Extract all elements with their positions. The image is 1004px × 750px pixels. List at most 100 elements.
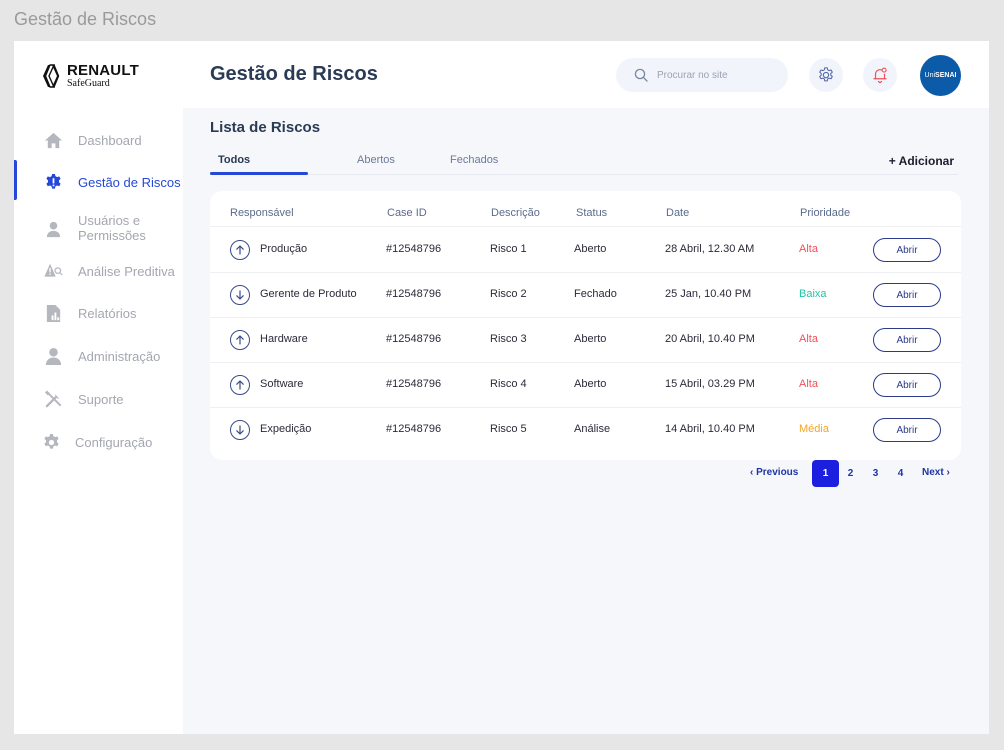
- cell-responsavel: Expedição: [260, 423, 312, 435]
- arrow-down-icon: [230, 285, 250, 305]
- table-row[interactable]: Software #12548796 Risco 4 Aberto 15 Abril, …: [210, 363, 961, 408]
- sidebar-item-analise-preditiva[interactable]: Análise Preditiva: [14, 259, 183, 283]
- warning-search-icon: [42, 260, 64, 282]
- avatar-prefix: Uni: [924, 72, 936, 79]
- column-header[interactable]: Responsável: [230, 207, 294, 219]
- sidebar-item-label: Configuração: [75, 435, 153, 450]
- column-header[interactable]: Case ID: [387, 207, 427, 219]
- sidebar-item-label: Usuários e Permissões: [78, 213, 146, 243]
- open-button[interactable]: Abrir: [873, 418, 941, 442]
- page-title: Gestão de Riscos: [210, 63, 378, 85]
- search-input[interactable]: Procurar no site: [616, 58, 788, 92]
- admin-user-icon: [42, 345, 64, 367]
- add-button[interactable]: + Adicionar: [889, 154, 954, 168]
- open-button[interactable]: Abrir: [873, 238, 941, 262]
- renault-diamond-icon: [43, 64, 60, 88]
- arrow-down-icon: [230, 420, 250, 440]
- notifications-button[interactable]: [863, 58, 897, 92]
- gear-icon: [819, 67, 833, 82]
- cell-case-id: #12548796: [386, 378, 442, 390]
- cell-status: Aberto: [574, 243, 607, 255]
- sidebar-item-gestao-de-riscos[interactable]: Gestão de Riscos: [14, 170, 183, 194]
- brand-subtitle: SafeGuard: [67, 78, 110, 89]
- sidebar-item-label: Relatórios: [78, 306, 137, 321]
- cell-prioridade: Baixa: [799, 288, 827, 300]
- arrow-up-icon: [230, 330, 250, 350]
- tab-active-underline: [210, 172, 308, 175]
- brand-name: RENAULT: [67, 62, 139, 79]
- avatar[interactable]: Uni SENAI: [920, 55, 961, 96]
- arrow-up-icon: [230, 240, 250, 260]
- cell-date: 15 Abril, 03.29 PM: [665, 378, 755, 390]
- sidebar-item-label: Administração: [78, 349, 161, 364]
- page-button[interactable]: 2: [837, 460, 864, 487]
- window-title: Gestão de Riscos: [14, 9, 157, 29]
- table-row[interactable]: Hardware #12548796 Risco 3 Aberto 20 Abril, …: [210, 318, 961, 363]
- sidebar-item-dashboard[interactable]: Dashboard: [14, 128, 183, 152]
- tab-fechados[interactable]: Fechados: [450, 154, 498, 166]
- tools-icon: [42, 388, 64, 410]
- cell-prioridade: Alta: [799, 243, 818, 255]
- open-button[interactable]: Abrir: [873, 328, 941, 352]
- cell-case-id: #12548796: [386, 288, 442, 300]
- open-button[interactable]: Abrir: [873, 283, 941, 307]
- cell-descricao: Risco 3: [490, 333, 527, 345]
- sidebar-item-label: Análise Preditiva: [78, 264, 175, 279]
- column-header[interactable]: Prioridade: [800, 207, 850, 219]
- previous-page-button[interactable]: ‹ Previous: [750, 467, 798, 478]
- app-window: RENAULT SafeGuard Gestão de Riscos Procu…: [14, 41, 989, 734]
- open-button[interactable]: Abrir: [873, 373, 941, 397]
- page-button[interactable]: 1: [812, 460, 839, 487]
- brand-logo[interactable]: RENAULT SafeGuard: [42, 63, 139, 89]
- table-row[interactable]: Produção #12548796 Risco 1 Aberto 28 Abril, …: [210, 228, 961, 273]
- page-button[interactable]: 4: [887, 460, 914, 487]
- next-label: Next: [922, 467, 944, 478]
- topbar: RENAULT SafeGuard Gestão de Riscos Procu…: [14, 41, 989, 108]
- column-header[interactable]: Date: [666, 207, 689, 219]
- cell-status: Fechado: [574, 288, 617, 300]
- sidebar-item-label: Suporte: [78, 392, 124, 407]
- page-button[interactable]: 3: [862, 460, 889, 487]
- sidebar: Dashboard Gestão de Riscos Usuários e Pe…: [14, 108, 183, 734]
- sidebar-item-label: Dashboard: [78, 133, 142, 148]
- tabs: Todos Abertos Fechados + Adicionar: [210, 145, 958, 175]
- sidebar-item-administracao[interactable]: Administração: [14, 344, 183, 368]
- settings-button[interactable]: [809, 58, 843, 92]
- cell-case-id: #12548796: [386, 333, 442, 345]
- column-header[interactable]: Status: [576, 207, 607, 219]
- table-row[interactable]: Gerente de Produto #12548796 Risco 2 Fechad…: [210, 273, 961, 318]
- sidebar-item-usuarios[interactable]: Usuários e Permissões: [14, 212, 183, 246]
- cell-responsavel: Software: [260, 378, 304, 390]
- arrow-up-icon: [230, 375, 250, 395]
- cell-date: 14 Abril, 10.40 PM: [665, 423, 755, 435]
- cell-descricao: Risco 5: [490, 423, 527, 435]
- home-icon: [42, 129, 64, 151]
- sidebar-item-configuracao[interactable]: Configuração: [14, 430, 183, 454]
- sidebar-item-relatorios[interactable]: Relatórios: [14, 301, 183, 325]
- cell-prioridade: Alta: [799, 378, 818, 390]
- cell-status: Aberto: [574, 378, 607, 390]
- bell-icon: [873, 67, 887, 84]
- cell-date: 25 Jan, 10.40 PM: [665, 288, 752, 300]
- cell-descricao: Risco 1: [490, 243, 527, 255]
- risk-gear-icon: [42, 171, 64, 193]
- table-row[interactable]: Expedição #12548796 Risco 5 Análise 14 Abril…: [210, 408, 961, 453]
- table-header: Responsável Case ID Descrição Status Dat…: [210, 191, 961, 227]
- cell-prioridade: Alta: [799, 333, 818, 345]
- tab-abertos[interactable]: Abertos: [357, 154, 395, 166]
- avatar-bold: SENAI: [935, 72, 957, 79]
- sidebar-item-label: Gestão de Riscos: [78, 175, 181, 190]
- cell-date: 20 Abril, 10.40 PM: [665, 333, 755, 345]
- sidebar-item-suporte[interactable]: Suporte: [14, 387, 183, 411]
- tab-todos[interactable]: Todos: [218, 154, 250, 166]
- cell-date: 28 Abril, 12.30 AM: [665, 243, 755, 255]
- cell-status: Aberto: [574, 333, 607, 345]
- user-icon: [42, 218, 64, 240]
- gear-icon: [40, 431, 62, 453]
- cell-responsavel: Gerente de Produto: [260, 288, 357, 300]
- previous-label: Previous: [756, 467, 799, 478]
- next-page-button[interactable]: Next ›: [922, 467, 950, 478]
- column-header[interactable]: Descrição: [491, 207, 540, 219]
- cell-case-id: #12548796: [386, 423, 442, 435]
- report-icon: [42, 302, 64, 324]
